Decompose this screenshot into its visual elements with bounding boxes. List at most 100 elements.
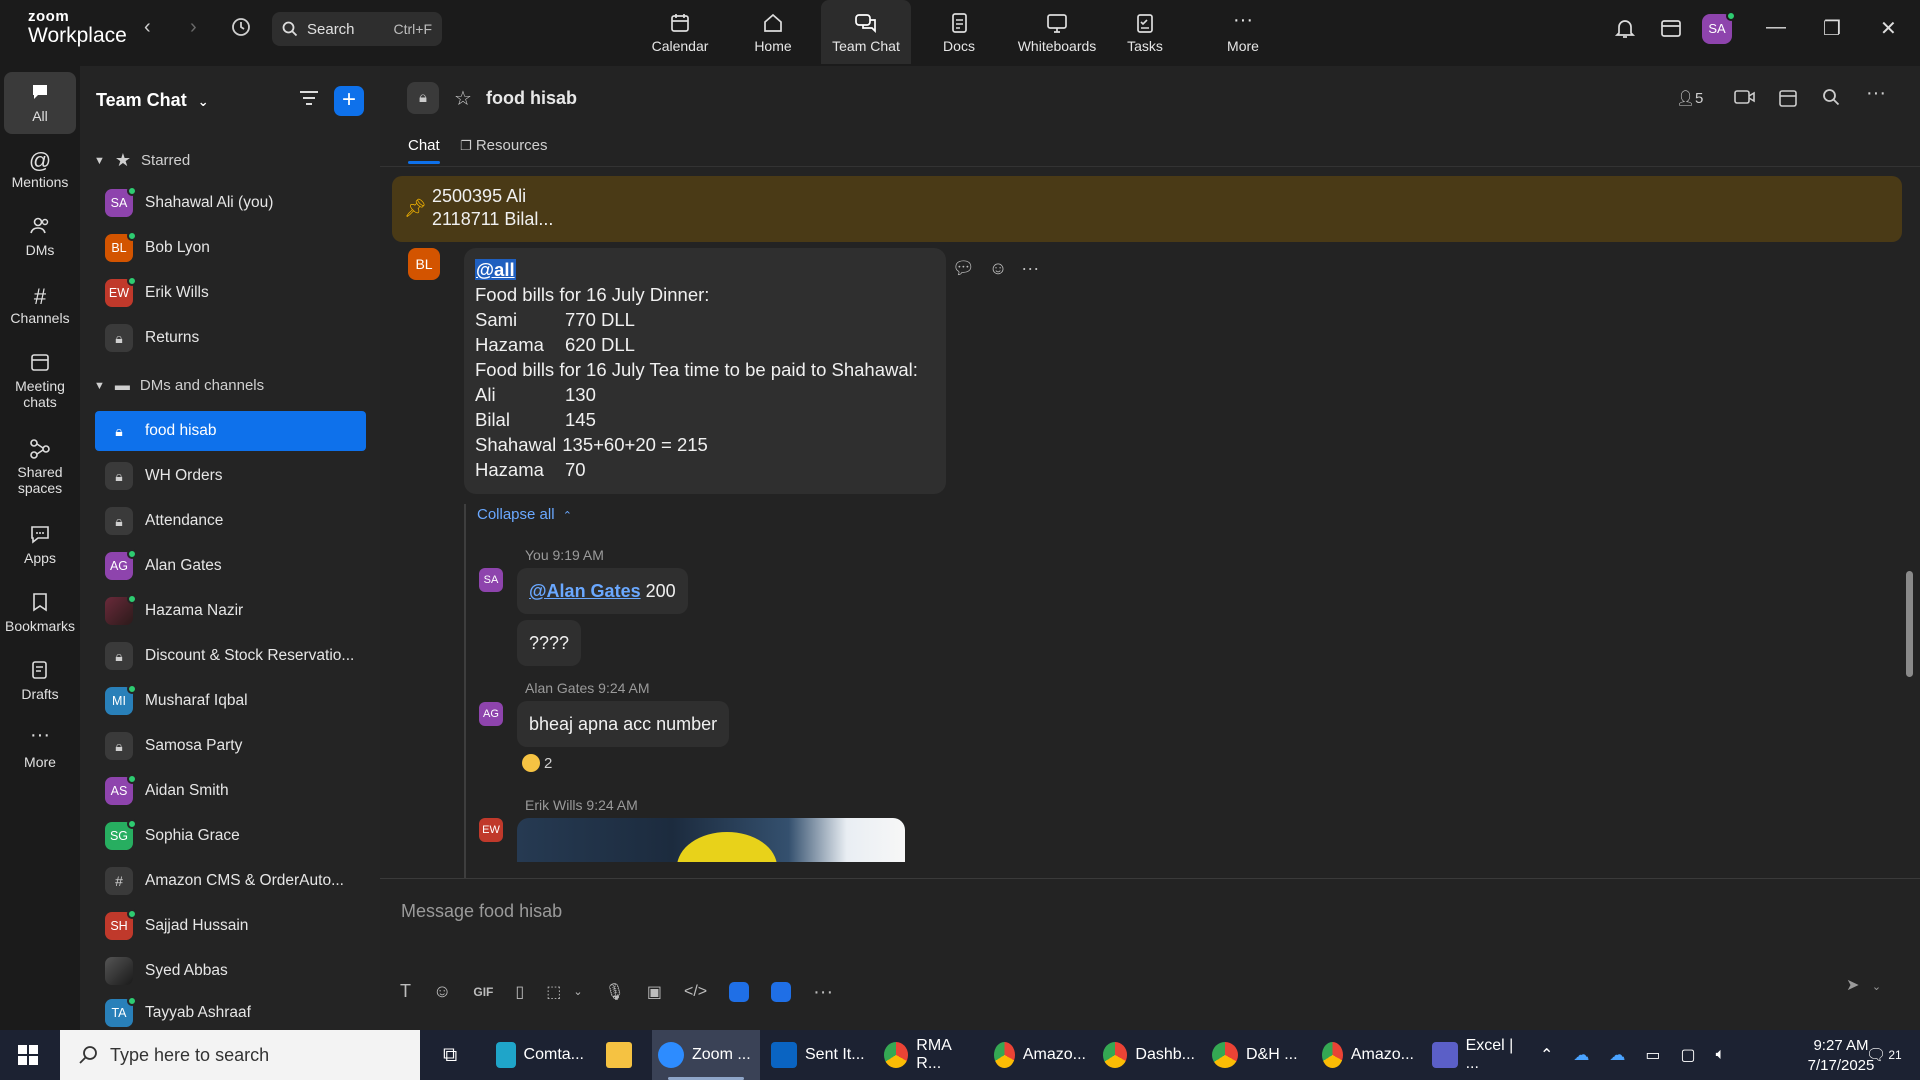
app-icon[interactable] <box>729 981 750 1002</box>
send-options[interactable]: ➤ ⌄ <box>1846 975 1881 995</box>
search-icon[interactable] <box>1822 88 1840 111</box>
tab-resources[interactable]: ❐ Resources <box>460 137 548 154</box>
minimize-icon[interactable]: — <box>1766 16 1786 39</box>
dms-section-header[interactable]: ▼ ▬ DMs and channels <box>94 377 264 394</box>
taskbar-app-zoom[interactable]: Zoom ... <box>652 1030 760 1080</box>
back-arrow-icon[interactable]: ‹ <box>144 16 151 39</box>
history-icon[interactable] <box>230 16 252 44</box>
more-options-icon[interactable]: ··· <box>1866 82 1886 105</box>
rail-meeting-chats[interactable]: Meeting chats <box>4 352 76 410</box>
sidebar-item-amazon-cms[interactable]: # Amazon CMS & OrderAuto... <box>95 861 366 901</box>
windows-start-icon[interactable] <box>18 1045 38 1065</box>
sidebar-item-food-hisab[interactable]: 🔒︎ food hisab <box>95 411 366 451</box>
text-format-icon[interactable]: T <box>400 981 411 1002</box>
avatar[interactable]: SA <box>479 568 503 592</box>
rail-channels[interactable]: # Channels <box>4 284 76 326</box>
user-avatar[interactable]: SA <box>1702 11 1736 44</box>
nav-docs[interactable]: Docs <box>914 0 1004 64</box>
message-bubble[interactable]: @all Food bills for 16 July Dinner: Sami… <box>464 248 946 494</box>
taskbar-app-chrome[interactable]: Dashb... <box>1097 1030 1201 1080</box>
microphone-icon[interactable]: 🎙︎ <box>605 982 625 1002</box>
sidebar-item-discount-stock[interactable]: 🔒︎ Discount & Stock Reservatio... <box>95 636 366 676</box>
reaction-badge[interactable]: 2 <box>522 754 552 772</box>
close-icon[interactable]: ✕ <box>1880 16 1897 41</box>
avatar[interactable]: AG <box>479 702 503 726</box>
sidebar-item-bob-lyon[interactable]: BL Bob Lyon <box>95 228 366 268</box>
nav-calendar[interactable]: Calendar <box>635 0 725 64</box>
chevron-up-icon[interactable]: ⌃ <box>1540 1045 1553 1065</box>
sidebar-item-sajjad-hussain[interactable]: SH Sajjad Hussain <box>95 906 366 946</box>
code-icon[interactable]: </> <box>684 983 707 1001</box>
rail-apps[interactable]: Apps <box>4 524 76 566</box>
more-dots-icon[interactable]: ··· <box>813 982 833 1002</box>
taskbar-app-outlook[interactable]: Sent It... <box>765 1030 871 1080</box>
notification-center[interactable]: 🗨︎ 21 <box>1866 1030 1902 1080</box>
members-button[interactable]: 👤︎5 <box>1676 89 1703 107</box>
rail-dms[interactable]: DMs <box>4 216 76 258</box>
chevron-down-icon[interactable]: ⌄ <box>573 985 582 998</box>
sidebar-item-alan-gates[interactable]: AG Alan Gates <box>95 546 366 586</box>
rail-shared-spaces[interactable]: Shared spaces <box>4 438 76 496</box>
sidebar-title[interactable]: Team Chat ⌄ <box>96 90 209 111</box>
taskbar-app-chrome[interactable]: Amazo... <box>988 1030 1092 1080</box>
task-view-icon[interactable]: ⧉ <box>437 1030 463 1080</box>
avatar[interactable]: BL <box>408 248 440 280</box>
star-outline-icon[interactable]: ☆ <box>454 86 472 111</box>
video-call-icon[interactable] <box>1734 88 1756 111</box>
rail-more[interactable]: ··· More <box>4 725 76 770</box>
taskbar-app[interactable]: Comta... <box>490 1030 590 1080</box>
nav-team-chat[interactable]: Team Chat <box>821 0 911 64</box>
nav-home[interactable]: Home <box>728 0 818 64</box>
sidebar-item-returns[interactable]: 🔒︎ Returns <box>95 318 366 358</box>
starred-section-header[interactable]: ▼ ★ Starred <box>94 150 190 171</box>
rail-drafts[interactable]: Drafts <box>4 660 76 702</box>
sidebar-item-sophia-grace[interactable]: SG Sophia Grace <box>95 816 366 856</box>
reply-thread-icon[interactable]: 💬︎ <box>952 258 975 279</box>
sidebar-item-erik-wills[interactable]: EW Erik Wills <box>95 273 366 313</box>
screenshot-icon[interactable]: ⬚ <box>546 982 561 1002</box>
more-options-icon[interactable]: ··· <box>1021 258 1039 279</box>
taskbar-search[interactable]: Type here to search <box>60 1030 420 1080</box>
rail-all[interactable]: All <box>4 72 76 134</box>
pinned-message-banner[interactable]: 📌︎ 2500395 Ali 2118711 Bilal... <box>392 176 1902 242</box>
rail-bookmarks[interactable]: Bookmarks <box>4 592 76 634</box>
app-icon[interactable] <box>771 981 792 1002</box>
sidebar-item-aidan-smith[interactable]: AS Aidan Smith <box>95 771 366 811</box>
sidebar-item-hazama-nazir[interactable]: Hazama Nazir <box>95 591 366 631</box>
network-icon[interactable]: ▢ <box>1681 1045 1696 1065</box>
tab-chat[interactable]: Chat <box>408 137 440 164</box>
schedule-calendar-icon[interactable] <box>1778 88 1798 113</box>
sidebar-item-wh-orders[interactable]: 🔒︎ WH Orders <box>95 456 366 496</box>
file-icon[interactable]: ▯ <box>515 982 524 1002</box>
nav-more[interactable]: ··· More <box>1198 0 1288 64</box>
sidebar-item-syed-abbas[interactable]: Syed Abbas <box>95 951 366 991</box>
search-bar[interactable]: Search Ctrl+F <box>272 12 442 46</box>
reply-bubble[interactable]: ???? <box>517 620 582 666</box>
mention-alan-gates[interactable]: @Alan Gates <box>529 581 641 601</box>
image-attachment[interactable] <box>517 818 905 862</box>
sidebar-item-shahawal-ali[interactable]: SA Shahawal Ali (you) <box>95 183 366 223</box>
rail-mentions[interactable]: @ Mentions <box>4 148 76 190</box>
restore-icon[interactable]: ❐ <box>1823 16 1841 41</box>
mention-all[interactable]: @all <box>475 259 516 280</box>
sidebar-item-samosa-party[interactable]: 🔒︎ Samosa Party <box>95 726 366 766</box>
onedrive-icon[interactable]: ☁ <box>1609 1045 1625 1065</box>
gif-button[interactable]: GIF <box>473 985 493 999</box>
volume-icon[interactable]: 🔈︎ <box>1716 1046 1726 1064</box>
sidebar-item-musharaf-iqbal[interactable]: MI Musharaf Iqbal <box>95 681 366 721</box>
sidebar-item-attendance[interactable]: 🔒︎ Attendance <box>95 501 366 541</box>
taskbar-app-chrome[interactable]: D&H ... <box>1206 1030 1310 1080</box>
collapse-all-link[interactable]: Collapse all ⌃ <box>477 506 572 523</box>
taskbar-app-chrome[interactable]: Amazo... <box>1316 1030 1420 1080</box>
scrollbar[interactable] <box>1906 571 1913 677</box>
file-explorer-icon[interactable] <box>600 1030 638 1080</box>
battery-icon[interactable]: ▭ <box>1645 1045 1660 1065</box>
nav-whiteboards[interactable]: Whiteboards <box>1007 0 1107 64</box>
sidebar-item-tayyab-ashraaf[interactable]: TA Tayyab Ashraaf <box>95 996 366 1030</box>
message-input[interactable]: Message food hisab <box>401 901 562 922</box>
channel-title[interactable]: food hisab <box>486 88 577 109</box>
avatar[interactable]: EW <box>479 818 503 842</box>
video-message-icon[interactable]: ▣ <box>647 982 662 1002</box>
add-reaction-icon[interactable]: ☺ <box>989 258 1007 279</box>
reply-bubble[interactable]: @Alan Gates 200 <box>517 568 688 614</box>
